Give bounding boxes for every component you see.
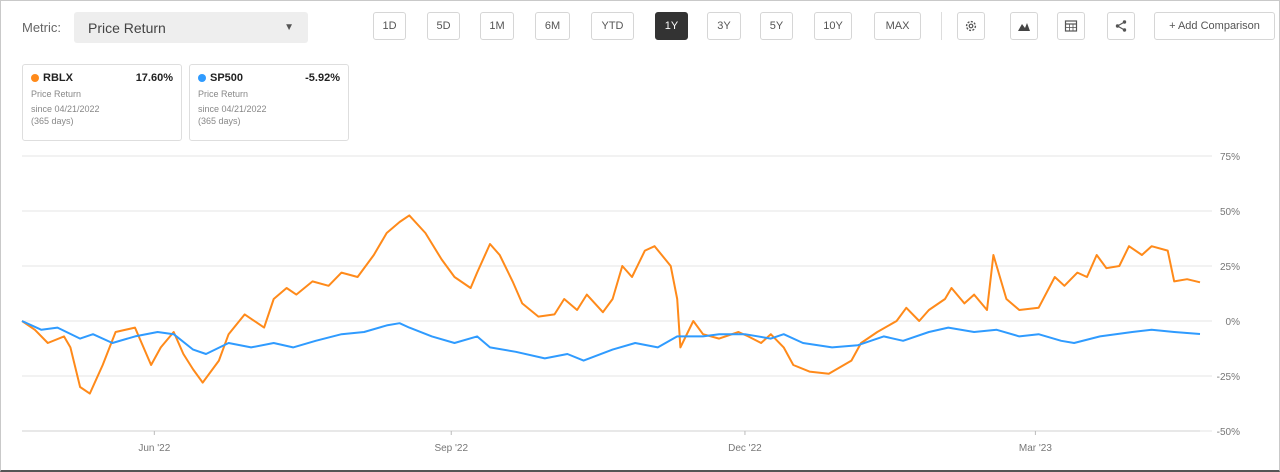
x-tick-label: Sep '22	[434, 443, 468, 454]
y-tick-label: 25%	[1220, 262, 1240, 273]
y-tick-label: -25%	[1217, 372, 1240, 383]
series-line-sp500	[21, 320, 1201, 362]
x-tick-label: Jun '22	[138, 443, 170, 454]
y-tick-label: 50%	[1220, 207, 1240, 218]
y-tick-label: -50%	[1217, 427, 1240, 438]
price-return-line-chart: 75% 50% 25% 0% -25% -50% Jun '22 Sep '22 Dec '22…	[21, 152, 1241, 454]
series-line-rblx	[21, 214, 1201, 395]
y-tick-label: 75%	[1220, 152, 1240, 163]
x-tick-label: Dec '22	[728, 443, 762, 454]
x-tick-label: Mar '23	[1019, 443, 1052, 454]
y-tick-label: 0%	[1226, 317, 1241, 328]
